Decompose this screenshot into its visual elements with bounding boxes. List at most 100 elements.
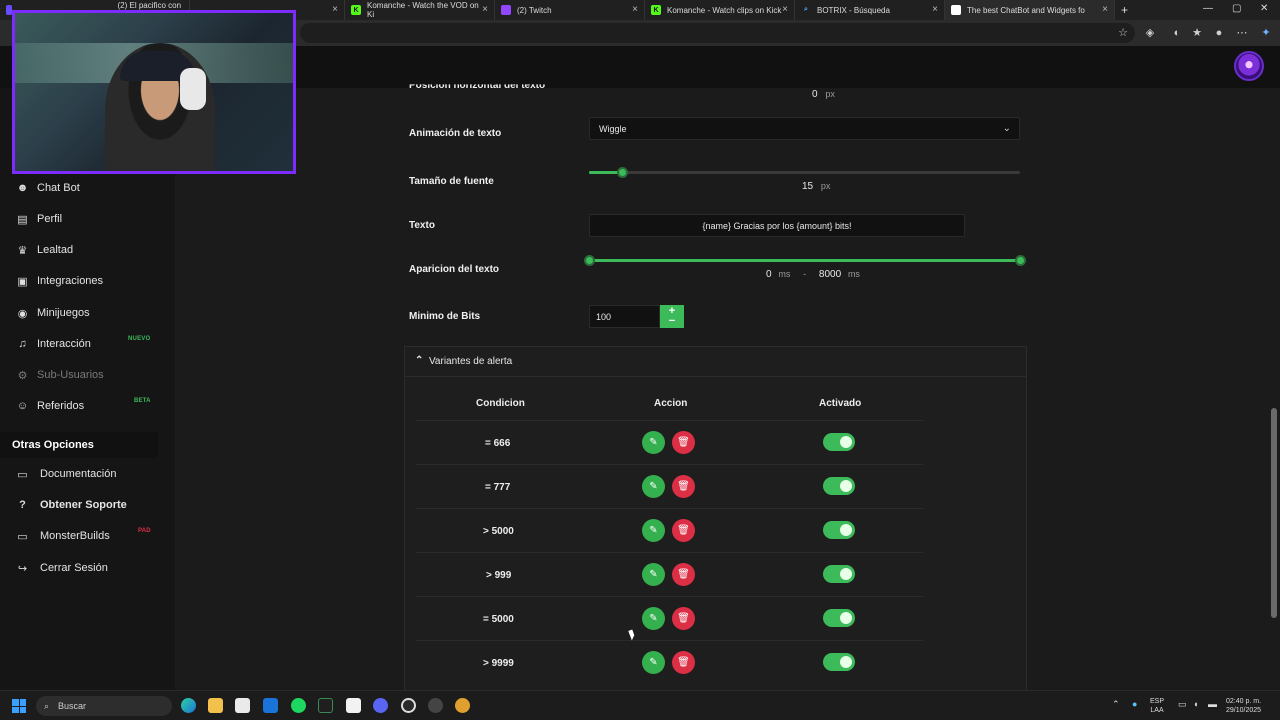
delete-button[interactable]: 🗑	[672, 431, 695, 454]
column-header-action: Accion	[654, 398, 688, 409]
enabled-toggle[interactable]	[823, 609, 855, 627]
extensions-icon[interactable]: ◈	[1143, 26, 1157, 40]
font-size-value: 15 px	[802, 181, 831, 192]
beta-badge: BETA	[134, 398, 151, 404]
enabled-toggle[interactable]	[823, 477, 855, 495]
delete-button[interactable]: 🗑	[672, 563, 695, 586]
alert-text-input[interactable]: {name} Gracias por los {amount} bits!	[589, 214, 965, 237]
webcam-overlay	[12, 10, 296, 174]
table-row: > 9999 ✎ 🗑	[416, 640, 924, 684]
taskbar-search[interactable]: ⌕ Buscar	[36, 696, 172, 716]
new-tab-button[interactable]: +	[1121, 3, 1128, 17]
delete-button[interactable]: 🗑	[672, 519, 695, 542]
alert-variants-header[interactable]: ⌃ Variantes de alerta	[405, 347, 1026, 377]
sidebar-item-cerrar-sesion[interactable]: ↪ Cerrar Sesión	[16, 558, 166, 578]
browser-tab[interactable]: (2) Twitch ×	[495, 0, 645, 20]
font-size-slider-handle[interactable]	[617, 167, 628, 178]
microphone-icon[interactable]: ●	[1132, 700, 1137, 709]
enabled-toggle[interactable]	[823, 521, 855, 539]
edit-button[interactable]: ✎	[642, 563, 665, 586]
chevron-up-icon[interactable]: ⌃	[1112, 700, 1120, 709]
spotify-icon[interactable]	[291, 698, 306, 713]
logout-icon: ↪	[17, 562, 28, 575]
obs-icon[interactable]	[401, 698, 416, 713]
maximize-button[interactable]: ▢	[1232, 3, 1241, 14]
edit-button[interactable]: ✎	[642, 519, 665, 542]
favorites-icon[interactable]: ★	[1190, 26, 1204, 40]
app-icon[interactable]	[455, 698, 470, 713]
close-icon[interactable]: ×	[632, 4, 638, 15]
more-icon[interactable]: ⋯	[1235, 26, 1249, 40]
font-size-slider-track[interactable]	[589, 171, 1020, 174]
close-icon[interactable]: ×	[932, 4, 938, 15]
appear-start-handle[interactable]	[584, 255, 595, 266]
scrollbar-thumb[interactable]	[1271, 408, 1277, 618]
sidebar-item-sub-usuarios[interactable]: ⚙ Sub-Usuarios	[16, 365, 166, 385]
volume-icon[interactable]: ◖	[1193, 700, 1198, 709]
close-icon[interactable]: ×	[482, 4, 488, 15]
edge-icon[interactable]	[181, 698, 196, 713]
delete-button[interactable]: 🗑	[672, 651, 695, 674]
address-bar[interactable]	[300, 23, 1135, 43]
sidebar-item-obtener-soporte[interactable]: ? Obtener Soporte	[16, 495, 166, 515]
folder-icon[interactable]	[208, 698, 223, 713]
close-window-button[interactable]: ✕	[1260, 3, 1268, 14]
sidebar-item-label: Perfil	[37, 213, 63, 225]
copilot-icon[interactable]: ✦	[1259, 26, 1273, 40]
delete-button[interactable]: 🗑	[672, 475, 695, 498]
discord-icon[interactable]	[373, 698, 388, 713]
enabled-toggle[interactable]	[823, 653, 855, 671]
sidebar-item-chat-bot[interactable]: ☻ Chat Bot	[16, 178, 166, 198]
edit-button[interactable]: ✎	[642, 607, 665, 630]
store-icon[interactable]	[235, 698, 250, 713]
sidebar-item-minijuegos[interactable]: ◉ Minijuegos	[16, 303, 166, 323]
min-bits-stepper[interactable]: + −	[660, 305, 684, 328]
minimize-button[interactable]: —	[1203, 3, 1213, 14]
close-icon[interactable]: ×	[782, 4, 788, 15]
language-indicator[interactable]: ESP LAA	[1150, 697, 1164, 715]
user-avatar[interactable]	[1234, 51, 1264, 81]
enabled-toggle[interactable]	[823, 565, 855, 583]
star-icon[interactable]: ☆	[1116, 26, 1130, 40]
close-icon[interactable]: ×	[1102, 4, 1108, 15]
network-icon[interactable]: ▭	[1178, 700, 1187, 709]
table-row: > 5000 ✎ 🗑	[416, 508, 924, 552]
appear-end-handle[interactable]	[1015, 255, 1026, 266]
excel-icon[interactable]	[318, 698, 333, 713]
browser-tab[interactable]: ⌕ BOTRIX - Búsqueda ×	[795, 0, 945, 20]
edit-button[interactable]: ✎	[642, 475, 665, 498]
variant-condition: = 666	[485, 438, 511, 449]
windows-start-icon[interactable]	[12, 699, 26, 713]
page-scrollbar[interactable]	[1268, 88, 1280, 690]
decrement-button[interactable]: −	[660, 316, 684, 327]
min-bits-input[interactable]: 100	[589, 305, 660, 328]
animation-label: Animación de texto	[409, 128, 502, 139]
edit-button[interactable]: ✎	[642, 651, 665, 674]
sidebar-item-label: Integraciones	[37, 275, 104, 287]
sidebar-item-label: Interacción	[37, 338, 91, 350]
split-screen-icon[interactable]: ◐	[1170, 26, 1184, 40]
clock[interactable]: 02:40 p. m. 29/10/2025	[1226, 697, 1261, 715]
sidebar-item-integraciones[interactable]: ▣ Integraciones	[16, 271, 166, 291]
delete-button[interactable]: 🗑	[672, 607, 695, 630]
sidebar-item-label: Cerrar Sesión	[40, 562, 108, 574]
sidebar-item-perfil[interactable]: ▤ Perfil	[16, 209, 166, 229]
browser-tab-active[interactable]: The best ChatBot and Widgets fo ×	[945, 0, 1115, 20]
capcut-icon[interactable]	[346, 698, 361, 713]
media-player-icon[interactable]	[428, 698, 443, 713]
sidebar-item-lealtad[interactable]: ♛ Lealtad	[16, 240, 166, 260]
animation-select[interactable]: Wiggle ⌄	[589, 117, 1020, 140]
browser-tab[interactable]: K Komanche - Watch the VOD on Ki ×	[345, 0, 495, 20]
appear-range-fill	[589, 259, 1020, 262]
sidebar-item-label: Documentación	[40, 468, 117, 480]
close-icon[interactable]: ×	[332, 4, 338, 15]
browser-tab[interactable]: K Komanche - Watch clips on Kick ×	[645, 0, 795, 20]
sidebar-item-documentacion[interactable]: ▭ Documentación	[16, 464, 166, 484]
battery-icon[interactable]: ▬	[1208, 700, 1217, 709]
edit-button[interactable]: ✎	[642, 431, 665, 454]
search-icon: ⌕	[44, 701, 50, 711]
music-icon: ♫	[18, 338, 27, 350]
profile-icon[interactable]: ●	[1212, 26, 1226, 40]
enabled-toggle[interactable]	[823, 433, 855, 451]
outlook-icon[interactable]	[263, 698, 278, 713]
